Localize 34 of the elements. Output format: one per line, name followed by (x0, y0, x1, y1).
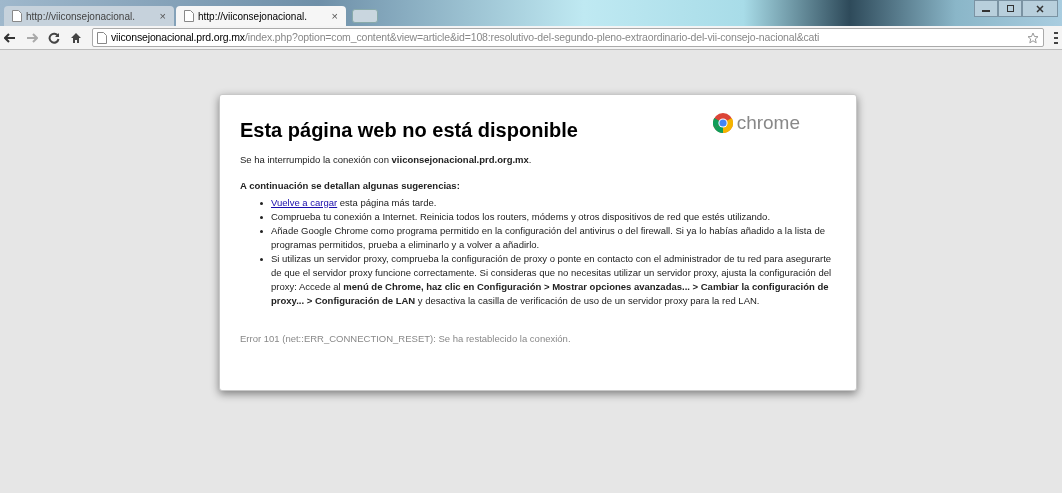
tab-title: http://viiconsejonacional. (198, 9, 308, 24)
intro-text: Se ha interrumpido la conexión con viiconsejonacional.prd.org.mx. (240, 153, 533, 167)
bullet-icon (260, 215, 263, 219)
browser-tab[interactable]: http://viiconsejonacional. × (176, 6, 346, 26)
back-icon[interactable] (4, 32, 16, 43)
restore-button[interactable] (998, 0, 1022, 17)
error-code-text: Error 101 (net::ERR_CONNECTION_RESET): Se ha restablecido la conexión. (240, 331, 572, 346)
error-title: Esta página web no está disponible (240, 118, 578, 143)
star-icon[interactable] (1027, 31, 1039, 44)
suggestion-text: Comprueba tu conexión a Internet. Reinicia todos los routers, módems y otros dispositivos de red que estés utilizando. (271, 209, 770, 224)
tab-title: http://viiconsejonacional. (26, 9, 136, 24)
tab-close-button[interactable]: × (331, 7, 338, 25)
menu-icon[interactable] (1054, 31, 1058, 44)
bullet-icon (260, 257, 263, 261)
close-icon (1036, 4, 1044, 13)
chrome-logo-icon (712, 113, 733, 134)
browser-tab[interactable]: http://viiconsejonacional. × (4, 6, 174, 26)
address-bar[interactable]: viiconsejonacional.prd.org.mx/index.php?option=com_content&view=article&id=108:resolutivo-del-segundo-pleno-extraordinario-del-vii-consejo-nacional&cati (92, 28, 1044, 47)
suggestion-text: Añade Google Chrome como programa permitido en la configuración del antivirus o del firewall. Si ya lo habías añadido a la lista de programas permitidos, prueba a eliminarlo y a volver a añadirlo. (271, 223, 826, 252)
reload-icon[interactable] (48, 31, 60, 44)
home-icon[interactable] (70, 31, 82, 44)
suggestions-heading: A continuación se detallan algunas sugerencias: (240, 179, 461, 194)
minimize-button[interactable] (974, 0, 998, 17)
brand-text: chrome (736, 111, 800, 135)
url-text: viiconsejonacional.prd.org.mx/index.php?option=com_content&view=article&id=108:resolutivo-del-segundo-pleno-extraordinario-del-vii-consejo-nacional&cati (111, 29, 820, 45)
bullet-icon (260, 229, 263, 233)
bullet-icon (260, 201, 263, 205)
reload-link[interactable]: Vuelve a cargar (271, 196, 338, 208)
page-icon (12, 10, 22, 22)
suggestion-text: Vuelve a cargar esta página más tarde. (271, 195, 437, 210)
tab-close-button[interactable]: × (159, 7, 166, 25)
page-icon (184, 10, 194, 22)
suggestion-text: Si utilizas un servidor proxy, comprueba la configuración de proxy o ponte en contacto con el administrador de tu red para asegurarte de que el servidor proxy funcione correctamente. Si consideras que no necesitas utilizar un servidor proxy, ajusta la configuración del proxy: Accede al menú de Chrome, haz clic en Configuración > Mostrar opciones avanzadas... > Cambiar la configuración de proxy... > Configuración de LAN y desactiva la casilla de verificación de uso de un servidor proxy para la red LAN. (271, 251, 832, 308)
page-icon (97, 31, 107, 44)
